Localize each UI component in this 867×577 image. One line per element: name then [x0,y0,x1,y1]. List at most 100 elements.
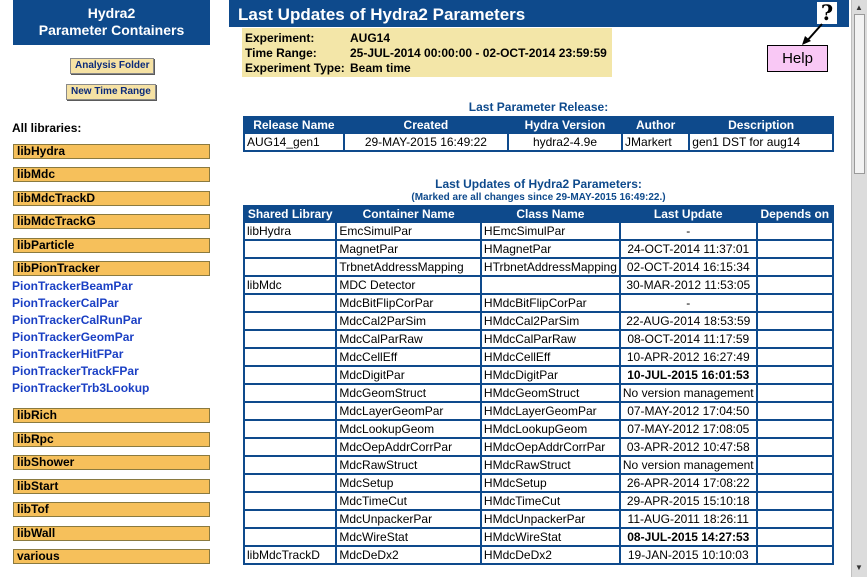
analysis-folder-button[interactable]: Analysis Folder [70,58,155,74]
cell-container[interactable]: MDC Detector [337,277,480,293]
container-link[interactable]: PionTrackerTrb3Lookup [12,381,149,396]
cell-container[interactable]: MdcTimeCut [337,493,480,509]
cell-lib [245,511,336,527]
container-link[interactable]: PionTrackerBeamPar [12,279,133,294]
cell-container[interactable]: EmcSimulPar [337,223,480,239]
cell-container[interactable]: MdcOepAddrCorrPar [337,439,480,455]
cell-lib [245,349,336,365]
cell-container[interactable]: MdcDeDx2 [337,547,480,563]
cell-update: 08-OCT-2014 11:17:59 [620,331,756,347]
cell-class: HMdcOepAddrCorrPar [481,439,619,455]
release-column-header: Author [623,118,689,132]
container-link[interactable]: PionTrackerTrackFPar [12,364,139,379]
table-row: MdcCellEff HMdcCellEff 10-APR-2012 16:27:4… [245,349,832,365]
library-button[interactable]: libMdc [13,167,210,182]
sidebar: Hydra2 Parameter Containers Analysis Fol… [0,0,222,577]
cell-container[interactable]: MdcRawStruct [337,457,480,473]
cell-container[interactable]: MdcDigitPar [337,367,480,383]
library-button[interactable]: libHydra [13,144,210,159]
sidebar-title-line2: Parameter Containers [38,22,185,38]
table-row: libHydra EmcSimulPar HEmcSimulPar - [245,223,832,239]
cell-class: HMdcCal2ParSim [481,313,619,329]
container-link[interactable]: PionTrackerCalPar [12,296,119,311]
cell-depends [757,349,832,365]
cell-update: 29-APR-2015 15:10:18 [620,493,756,509]
release-cell: hydra2-4.9e [508,134,622,150]
cell-update: 08-JUL-2015 14:27:53 [620,529,756,545]
cell-depends [757,295,832,311]
cell-lib [245,403,336,419]
updates-column-header: Class Name [481,207,619,221]
cell-container[interactable]: MdcSetup [337,475,480,491]
cell-container[interactable]: TrbnetAddressMapping [337,259,480,275]
cell-container[interactable]: MdcCellEff [337,349,480,365]
library-button[interactable]: libMdcTrackD [13,191,210,206]
cell-lib[interactable]: libMdc [245,277,336,293]
help-button[interactable]: Help [767,45,828,72]
library-button[interactable]: libRpc [13,432,210,447]
cell-container[interactable]: MdcCalParRaw [337,331,480,347]
cell-update: No version management [620,457,756,473]
library-button[interactable]: libMdcTrackG [13,214,210,229]
scroll-thumb[interactable] [854,14,865,174]
cell-container[interactable]: MdcWireStat [337,529,480,545]
new-time-range-button[interactable]: New Time Range [66,84,156,100]
cell-lib[interactable]: libHydra [245,223,336,239]
library-button[interactable]: libParticle [13,238,210,253]
cell-container[interactable]: MdcCal2ParSim [337,313,480,329]
cell-lib[interactable]: libMdcTrackD [245,547,336,563]
table-row: MdcLayerGeomPar HMdcLayerGeomPar 07-MAY-20… [245,403,832,419]
cell-container[interactable]: MdcGeomStruct [337,385,480,401]
cell-class: HTrbnetAddressMapping [481,259,619,275]
library-button[interactable]: libRich [13,408,210,423]
table-row: MdcGeomStruct HMdcGeomStruct No version ma… [245,385,832,401]
table-row: MdcCal2ParSim HMdcCal2ParSim 22-AUG-2014 1… [245,313,832,329]
release-column-header: Hydra Version [508,118,622,132]
cell-class: HMdcGeomStruct [481,385,619,401]
cell-class: HEmcSimulPar [481,223,619,239]
all-libraries-label: All libraries: [12,121,82,135]
cell-update: 26-APR-2014 17:08:22 [620,475,756,491]
cell-container[interactable]: MdcLookupGeom [337,421,480,437]
library-button[interactable]: libTof [13,502,210,517]
cell-container[interactable]: MagnetPar [337,241,480,257]
cell-lib [245,313,336,329]
library-button[interactable]: various [13,549,210,564]
experiment-label: Experiment: [245,31,315,45]
library-button[interactable]: libStart [13,479,210,494]
library-button[interactable]: libShower [13,455,210,470]
experiment-type-label: Experiment Type: [245,61,345,75]
cell-container[interactable]: MdcLayerGeomPar [337,403,480,419]
cell-update: 24-OCT-2014 11:37:01 [620,241,756,257]
cell-container[interactable]: MdcBitFlipCorPar [337,295,480,311]
cell-lib [245,385,336,401]
cell-depends [757,313,832,329]
container-link[interactable]: PionTrackerCalRunPar [12,313,142,328]
help-icon[interactable]: ? [817,2,837,24]
scroll-down-arrow-icon[interactable]: ▼ [855,563,863,572]
release-header-row: Release Name Created Hydra Version Author De… [245,118,832,132]
cell-class: HMdcLookupGeom [481,421,619,437]
cell-update: 22-AUG-2014 18:53:59 [620,313,756,329]
container-link[interactable]: PionTrackerGeomPar [12,330,134,345]
cell-depends [757,331,832,347]
cell-lib [245,439,336,455]
cell-class: HMdcBitFlipCorPar [481,295,619,311]
library-button[interactable]: libWall [13,526,210,541]
release-cell: gen1 DST for aug14 [690,134,832,150]
cell-class: HMdcLayerGeomPar [481,403,619,419]
library-button[interactable]: libPionTracker [13,261,210,276]
container-link[interactable]: PionTrackerHitFPar [12,347,123,362]
page-header: Last Updates of Hydra2 Parameters [229,0,849,27]
cell-class: HMdcRawStruct [481,457,619,473]
updates-subcaption: (Marked are all changes since 29-MAY-201… [411,192,666,203]
sidebar-title: Hydra2 Parameter Containers [13,0,210,45]
cell-depends [757,403,832,419]
table-row: MdcWireStat HMdcWireStat 08-JUL-2015 14:27… [245,529,832,545]
vertical-scrollbar[interactable]: ▲ ▼ [851,0,867,577]
time-range-value: 25-JUL-2014 00:00:00 - 02-OCT-2014 23:59… [350,46,607,60]
release-caption: Last Parameter Release: [468,100,609,114]
updates-column-header: Last Update [620,207,756,221]
cell-container[interactable]: MdcUnpackerPar [337,511,480,527]
scroll-up-arrow-icon[interactable]: ▲ [855,3,863,12]
